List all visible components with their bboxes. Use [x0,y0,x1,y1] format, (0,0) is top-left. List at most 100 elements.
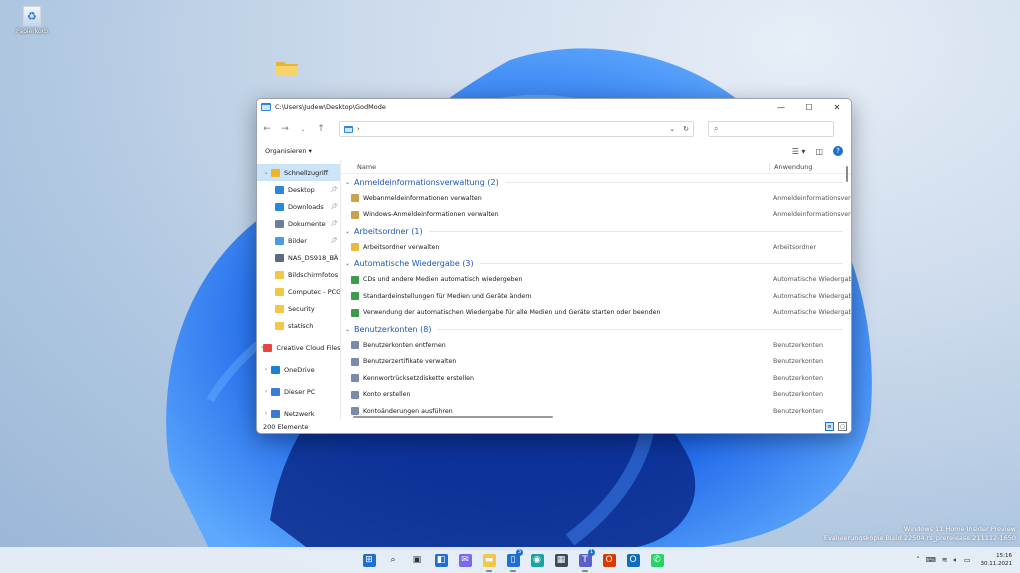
control-panel-item-icon [351,357,359,366]
recycle-bin-icon[interactable]: Papierkorb [12,6,52,35]
taskbar-button[interactable]: ▯ 3 [501,547,525,573]
group-header[interactable]: ⌄ Arbeitsordner (1) [341,223,851,239]
chevron-down-icon[interactable]: ⌄ [345,260,350,267]
list-item[interactable]: Webanmeldeinformationen verwalten Anmelde… [341,190,851,207]
battery-icon[interactable]: ▭ [964,556,971,564]
search-input[interactable]: ⌕ [708,121,834,137]
system-tray: ˄ ⌨ ≋ 🔈︎ ▭ 15:16 30.11.2021 [916,547,1012,573]
list-item[interactable]: CDs und andere Medien automatisch wieder… [341,272,851,289]
list-item[interactable]: Benutzerkonten entfernen Benutzerkonten [341,337,851,354]
group-header[interactable]: ⌄ Anmeldeinformationsverwaltung (2) [341,174,851,190]
sidebar-item[interactable]: › Creative Cloud Files [257,339,340,356]
taskbar-button[interactable]: O [621,547,645,573]
title-bar[interactable]: C:\Users\Judew\Desktop\GodMode — ☐ ✕ [257,99,851,115]
taskbar-button[interactable]: ✆ [645,547,669,573]
control-panel-item-icon [351,374,359,383]
taskbar-button[interactable]: ◉ [525,547,549,573]
taskbar-button[interactable]: ▣ [405,547,429,573]
maximize-button[interactable]: ☐ [795,99,823,115]
sidebar-item[interactable]: Bildschirmfotos [257,266,340,283]
sidebar-item[interactable]: › Dieser PC [257,383,340,400]
chevron-right-icon[interactable]: › [261,410,271,417]
taskbar-button[interactable]: ▬ [477,547,501,573]
vertical-scrollbar[interactable] [846,166,848,182]
help-icon[interactable]: ? [833,146,843,156]
sort-arrow-icon: ^ [556,160,562,165]
item-name: CDs und andere Medien automatisch wieder… [363,276,523,284]
column-application[interactable]: Anwendung [769,162,851,171]
list-item[interactable]: Kennwortrücksetzdiskette erstellen Benutz… [341,370,851,387]
sidebar-item[interactable]: Bilder 📌︎ [257,232,340,249]
show-hidden-icons-icon[interactable]: ˄ [916,556,920,564]
folder-icon[interactable] [276,60,298,76]
volume-icon[interactable]: 🔈︎ [954,556,958,565]
sidebar-item[interactable]: Downloads 📌︎ [257,198,340,215]
sidebar-item[interactable]: ⌄ Schnellzugriff [257,164,340,181]
details-view-icon[interactable]: ≡ [825,422,834,431]
group-title: Automatische Wiedergabe (3) [354,259,474,268]
list-item[interactable]: Verwendung der automatischen Wiedergabe … [341,305,851,322]
address-dropdown-icon[interactable]: ⌄ [669,125,675,133]
item-name-cell: Standardeinstellungen für Medien und Ger… [341,292,769,301]
item-application: Benutzerkonten [773,391,824,399]
group-header[interactable]: ⌄ Benutzerkonten (8) [341,321,851,337]
list-item[interactable]: Benutzerzertifikate verwalten Benutzerkon… [341,354,851,371]
star-icon [271,168,280,177]
search-icon: ⌕ [714,124,719,133]
organize-button[interactable]: Organisieren ▾ [265,147,312,155]
list-item[interactable]: Windows-Anmeldeinformationen verwalten An… [341,207,851,224]
back-icon[interactable]: ← [261,124,273,134]
chevron-down-icon[interactable]: ⌄ [345,179,350,186]
sidebar-item[interactable]: › Netzwerk [257,405,340,420]
chevron-right-icon[interactable]: › [261,388,271,395]
horizontal-scrollbar[interactable] [353,416,553,418]
clock[interactable]: 15:16 30.11.2021 [981,552,1013,568]
sidebar-item[interactable]: Dokumente 📌︎ [257,215,340,232]
address-bar[interactable]: › ⌄ ↻ [339,121,694,137]
chevron-right-icon[interactable]: › [261,366,271,373]
list-item[interactable]: Arbeitsordner verwalten Arbeitsordner [341,239,851,256]
forward-icon[interactable]: → [279,124,291,134]
sidebar-item[interactable]: › OneDrive [257,361,340,378]
clock-time: 15:16 [996,553,1012,559]
refresh-icon[interactable]: ↻ [683,125,689,133]
up-icon[interactable]: ↑ [315,124,327,134]
sidebar-item[interactable]: NAS_DS918_BA 📌︎ [257,249,340,266]
wifi-icon[interactable]: ≋ [942,556,948,564]
list-item[interactable]: Konto erstellen Benutzerkonten [341,387,851,404]
recent-locations-icon[interactable]: ⌄ [297,126,309,133]
chevron-down-icon[interactable]: ⌄ [261,169,271,176]
group-header[interactable]: ⌄ Automatische Wiedergabe (3) [341,256,851,272]
list-item[interactable]: Standardeinstellungen für Medien und Ger… [341,288,851,305]
sidebar-item[interactable]: statisch [257,317,340,334]
keyboard-icon[interactable]: ⌨ [926,556,936,564]
taskbar-button[interactable]: ✉ [453,547,477,573]
sidebar-item[interactable]: Desktop 📌︎ [257,181,340,198]
close-button[interactable]: ✕ [823,99,851,115]
large-icons-view-icon[interactable]: ▢ [838,422,847,431]
sidebar-item-label: Computec - PCGH [288,287,341,296]
sidebar-item-label: statisch [288,321,314,330]
taskbar-button[interactable]: ⊞ [357,547,381,573]
chevron-down-icon[interactable]: ⌄ [345,326,350,333]
sidebar-item[interactable]: Computec - PCGH [257,283,340,300]
edge-icon: ◉ [530,553,544,567]
item-name-cell: Benutzerzertifikate verwalten [341,357,769,366]
pin-icon: 📌︎ [330,254,338,261]
widgets-icon: ◧ [434,553,448,567]
sidebar-item[interactable]: Security [257,300,340,317]
taskbar-button[interactable]: ▦ [549,547,573,573]
item-name: Kennwortrücksetzdiskette erstellen [363,374,474,382]
taskbar-button[interactable]: ⌕ [381,547,405,573]
taskbar-button[interactable]: ◧ [429,547,453,573]
minimize-button[interactable]: — [767,99,795,115]
view-options-icon[interactable]: ☰ ▾ [792,147,806,156]
navigation-bar: ← → ⌄ ↑ › ⌄ ↻ ⌕ [257,115,851,143]
taskbar-button[interactable]: O [597,547,621,573]
taskbar-button[interactable]: T1 [573,547,597,573]
preview-pane-icon[interactable]: ◫ [815,147,823,156]
column-name[interactable]: Name [357,163,769,171]
navigation-pane: ⌄ Schnellzugriff Desktop 📌︎ Downloads 📌︎ Dokum… [257,160,341,420]
chevron-down-icon[interactable]: ⌄ [345,228,350,235]
breadcrumb-chevron-icon[interactable]: › [357,125,360,133]
